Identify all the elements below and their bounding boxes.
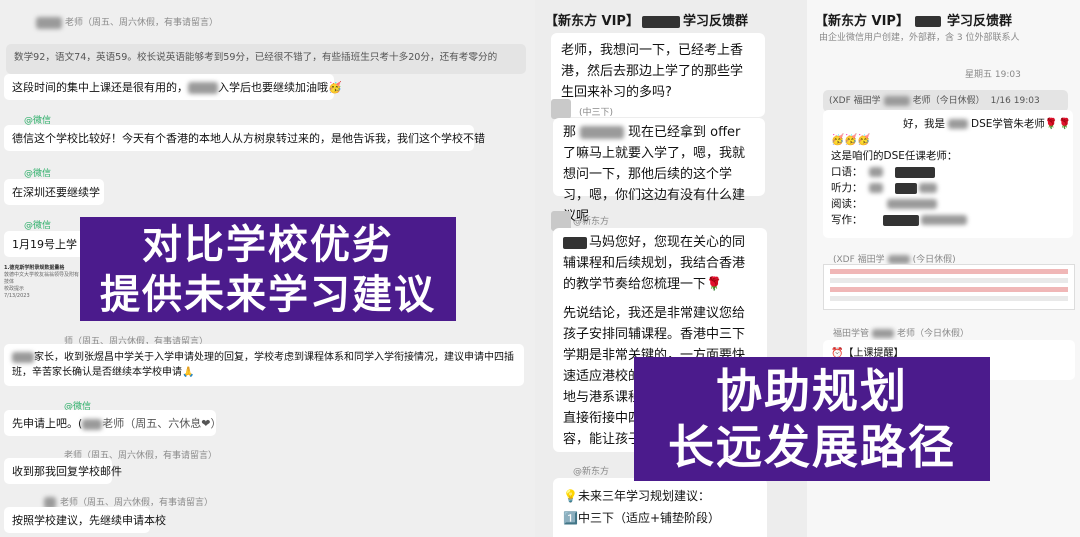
sender-grade: (中三下) <box>579 108 614 118</box>
message-deqiang[interactable]: 德信这个学校比较好！今天有个香港的本地人从方树泉转过来的，是他告诉我，我们这个学… <box>4 125 485 151</box>
message-school-reply[interactable]: 家长，收到张煜昌中学关于入学申请处理的回复，学校考虑到课程体系和同学入学衔接情况… <box>4 344 524 386</box>
quoted-message: (XDF 福田学 老师（今日休假） 1/16 19:03 <box>823 90 1068 112</box>
message-receive[interactable]: 收到那我回复学校邮件 <box>4 458 122 484</box>
message-offer-question[interactable]: 那现在已经拿到 offer 了嘛马上就要入学了，嗯，我就想问一下，那他后续的这个… <box>553 118 765 224</box>
caption-compare-schools: 对比学校优劣 提供未来学习建议 <box>80 217 456 321</box>
group-title: 【新东方 VIP】 学习反馈群 <box>815 14 1012 29</box>
caption-long-term-planning: 协助规划 长远发展路径 <box>634 357 990 481</box>
timestamp: 星期五 19:03 <box>965 70 1021 80</box>
quoted-scores: 数学92，语文74，英语59。校长说英语能够考到59分，已经很不错了，有些插班生… <box>6 44 526 74</box>
message-follow-advice[interactable]: 按照学校建议，先继续申请本校 <box>4 507 166 533</box>
sender-line: 福田学管 老师（今日休假） <box>833 329 970 339</box>
document-thumbnail[interactable]: 1.德克斯学附录规数据量格 敦德中文大学校友翁翁领导及附有技体 校政提示 7/1… <box>4 265 82 300</box>
avatar <box>551 99 571 119</box>
quote-sender: 老师（周五、周六休假，有事请留言） <box>36 15 218 29</box>
message-apply-first[interactable]: 先申请上吧。(老师（周五、六休息❤） <box>4 410 222 436</box>
sender-tag: @新东方 <box>573 467 610 477</box>
message-shenzhen[interactable]: 在深圳还要继续学 <box>4 179 104 205</box>
wechat-tag: @微信 <box>24 221 52 231</box>
message-three-year-plan[interactable]: 💡未来三年学习规划建议： 1️⃣中三下（适应+铺垫阶段） <box>553 478 767 537</box>
sender-tag: @新东方 <box>573 217 610 227</box>
group-subtitle: 由企业微信用户创建，外部群，含 3 位外部联系人 <box>819 33 1020 43</box>
schedule-thumbnail[interactable] <box>823 264 1075 310</box>
message-jan19[interactable]: 1月19号上学 <box>4 231 88 257</box>
wechat-tag: @微信 <box>24 169 52 179</box>
group-title: 【新东方 VIP】 学习反馈群 <box>545 14 748 29</box>
message-dse-teachers[interactable]: 好，我是 DSE学管朱老师🌹🌹 🥳🥳🥳 这是咱们的DSE任课老师： 口语： 听力：… <box>823 110 1073 238</box>
left-chat-screenshot: 老师（周五、周六休假，有事请留言） 数学92，语文74，英语59。校长说英语能够… <box>0 0 535 537</box>
message-intensive[interactable]: 这段时间的集中上课还是很有用的， 入学后也要继续加油哦🥳 <box>4 74 342 100</box>
